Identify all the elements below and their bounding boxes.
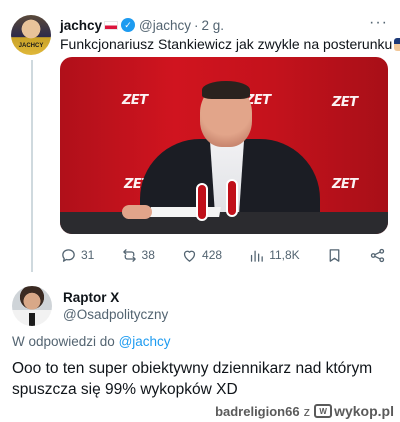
author-name[interactable]: jachcy xyxy=(60,18,102,33)
tweet-text-body: Funkcjonariusz Stankiewicz jak zwykle na… xyxy=(60,36,393,52)
reply-author-name[interactable]: Raptor X xyxy=(63,290,119,305)
media-desk xyxy=(60,212,388,234)
tweet-header: jachcy ✓ @jachcy · 2 g. xyxy=(60,16,390,34)
tweet-media-image[interactable]: ZET ZET ZET ZET ZET xyxy=(60,57,388,234)
like-icon xyxy=(183,250,196,262)
retweet-button[interactable]: 38 xyxy=(121,247,155,264)
replying-to: W odpowiedzi do @jachcy xyxy=(12,334,171,349)
like-button[interactable]: 428 xyxy=(181,247,222,264)
author-avatar[interactable]: JACHCY xyxy=(11,15,51,55)
views-button[interactable]: 11,8K xyxy=(248,247,300,264)
media-logo: ZET xyxy=(332,177,358,192)
media-microphone xyxy=(196,183,208,221)
separator: · xyxy=(194,17,199,33)
author-handle[interactable]: @jachcy xyxy=(139,18,191,33)
reply-author-avatar[interactable] xyxy=(12,286,52,326)
like-count: 428 xyxy=(202,248,223,262)
wykop-logo: W wykop.pl xyxy=(314,403,394,419)
views-count: 11,8K xyxy=(269,248,300,262)
tweet-time[interactable]: 2 g. xyxy=(202,18,225,33)
replying-to-label: W odpowiedzi do xyxy=(12,334,115,349)
share-icon xyxy=(370,248,385,262)
media-hand xyxy=(122,205,152,219)
replying-to-handle-link[interactable]: @jachcy xyxy=(119,334,171,349)
reply-icon xyxy=(62,248,75,262)
media-person-hair xyxy=(202,81,250,99)
media-logo: ZET xyxy=(332,95,358,110)
verified-icon: ✓ xyxy=(121,18,136,32)
tweet-text: Funkcjonariusz Stankiewicz jak zwykle na… xyxy=(60,36,400,52)
bookmark-button[interactable] xyxy=(326,247,343,264)
views-icon xyxy=(251,250,264,262)
media-logo: ZET xyxy=(122,93,148,108)
reply-button[interactable]: 31 xyxy=(60,247,94,264)
avatar-tie xyxy=(29,313,35,326)
watermark-z: z xyxy=(303,403,311,419)
media-microphone xyxy=(226,179,238,217)
police-emoji-icon xyxy=(394,38,400,51)
reply-text: Ooo to ten super obiektywny dziennikarz … xyxy=(12,360,373,398)
reply-count: 31 xyxy=(81,248,95,262)
thread-line xyxy=(31,60,33,272)
more-options-icon[interactable]: ··· xyxy=(369,14,388,32)
wykop-watermark: badreligion66 z W wykop.pl xyxy=(215,402,394,420)
wykop-site-name: wykop.pl xyxy=(334,403,394,419)
retweet-count: 38 xyxy=(141,248,155,262)
wykop-logo-icon: W xyxy=(314,404,333,418)
avatar-shirt-text: JACHCY xyxy=(18,43,44,49)
share-button[interactable] xyxy=(369,247,386,264)
bookmark-icon xyxy=(329,248,340,262)
reply-author-handle[interactable]: @Osadpolityczny xyxy=(63,307,168,322)
watermark-user: badreligion66 xyxy=(215,403,300,419)
tweet-actions: 31 38 428 11,8K xyxy=(60,244,386,266)
retweet-icon xyxy=(122,248,136,262)
media-paper xyxy=(149,207,221,217)
poland-flag-icon xyxy=(104,20,119,30)
